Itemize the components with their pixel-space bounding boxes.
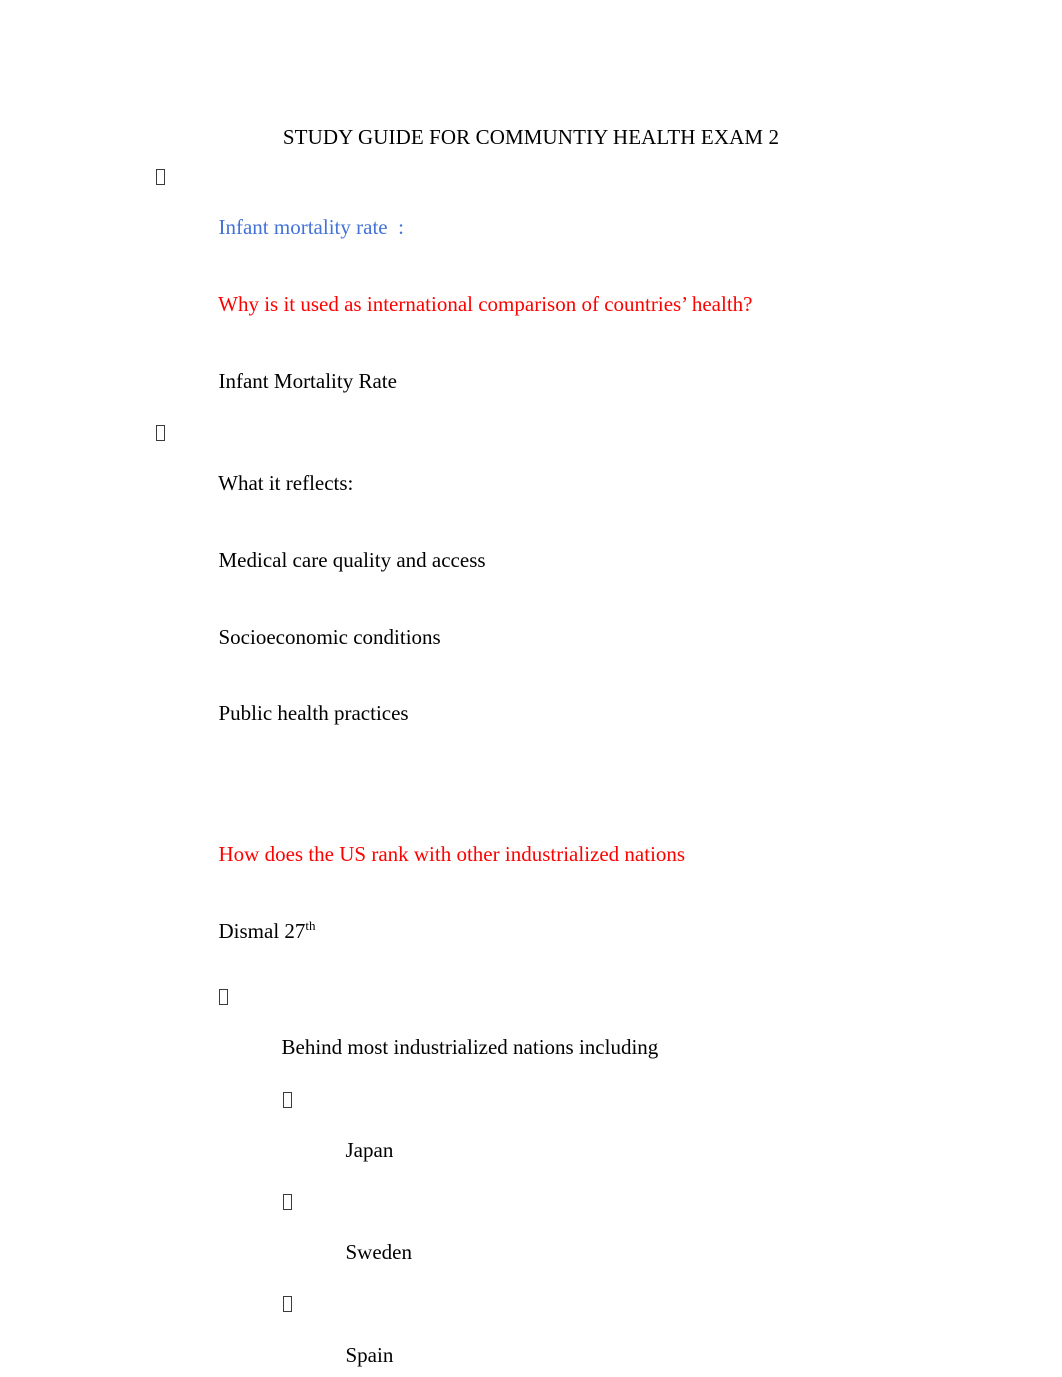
text-dismal-rank-ordinal-suffix: th — [305, 918, 316, 934]
question-us-rank: How does the US rank with other industri… — [218, 842, 686, 867]
text-behind-industrialized-nations: Behind most industrialized nations inclu… — [281, 1035, 659, 1060]
line-infant-mortality-rate-label: Infant Mortality Rate — [0, 343, 1062, 420]
heading-infant-mortality-rate: Infant mortality rate : — [218, 215, 404, 240]
line-infant-mortality-question: Why is it used as international comparis… — [0, 266, 1062, 343]
text-infant-mortality-rate: Infant Mortality Rate — [218, 368, 397, 393]
line-reflects-item: Medical care quality and access — [0, 522, 1062, 599]
line-us-rank-answer: Dismal 27th — [0, 893, 1062, 970]
list-item-country: Japan — [0, 1087, 1062, 1189]
text-reflects-public-health: Public health practices — [218, 701, 409, 726]
list-item-country: Spain — [0, 1291, 1062, 1377]
text-reflects-socioeconomic: Socioeconomic conditions — [218, 624, 441, 649]
document-body: Infant mortality rate : Why is it used a… — [0, 164, 1062, 1377]
line-reflects-item: Socioeconomic conditions — [0, 599, 1062, 676]
question-international-comparison: Why is it used as international comparis… — [218, 291, 753, 316]
text-country-japan: Japan — [345, 1137, 394, 1162]
list-bullet-icon — [219, 989, 228, 1006]
line-reflects-item: Public health practices — [0, 676, 1062, 753]
line-us-rank-question: How does the US rank with other industri… — [0, 817, 1062, 894]
list-bullet-icon — [283, 1296, 292, 1313]
page-title: STUDY GUIDE FOR COMMUNTIY HEALTH EXAM 2 — [282, 125, 780, 149]
document-page: STUDY GUIDE FOR COMMUNTIY HEALTH EXAM 2 … — [0, 0, 1062, 1377]
text-dismal-rank: Dismal 27 — [218, 919, 306, 944]
list-item-country: Sweden — [0, 1189, 1062, 1291]
text-reflects-medical-care: Medical care quality and access — [218, 547, 486, 572]
list-bullet-icon — [283, 1193, 292, 1210]
list-bullet-icon — [283, 1091, 292, 1108]
list-item-behind-nations: Behind most industrialized nations inclu… — [0, 984, 1062, 1086]
label-what-it-reflects: What it reflects: — [218, 471, 354, 496]
text-country-sweden: Sweden — [345, 1240, 413, 1265]
list-bullet-icon — [156, 169, 165, 185]
list-item-what-it-reflects: What it reflects: — [0, 420, 1062, 522]
list-bullet-icon — [156, 424, 165, 441]
text-country-spain: Spain — [345, 1342, 394, 1367]
list-item-infant-mortality-heading: Infant mortality rate : — [0, 164, 1062, 266]
